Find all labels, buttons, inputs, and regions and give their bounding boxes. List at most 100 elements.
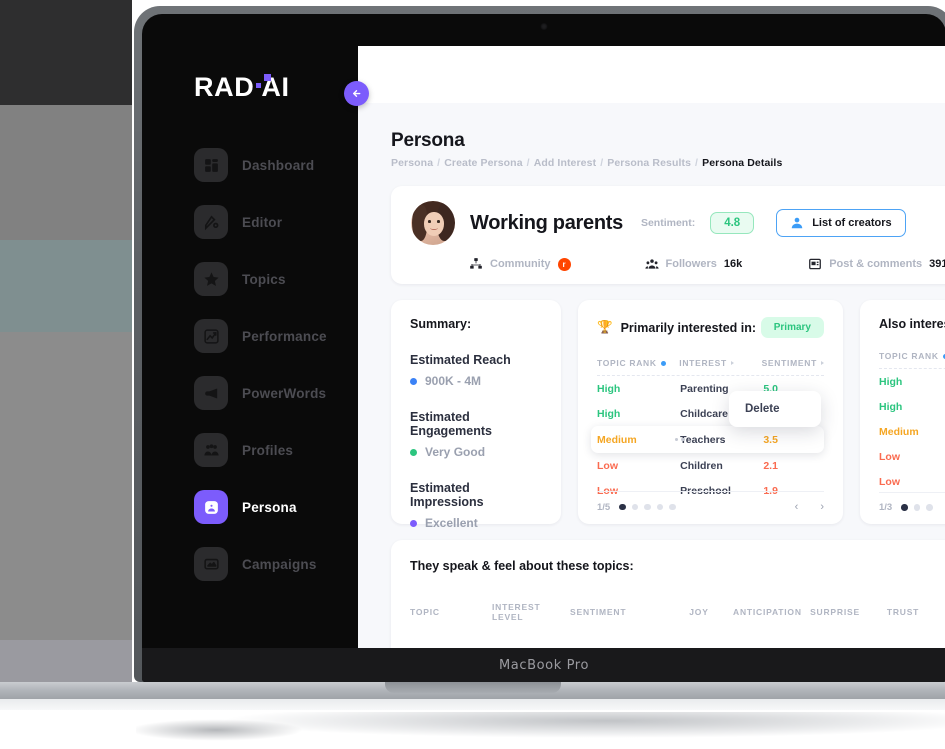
summary-metric-row: Very Good [410,445,542,459]
sidebar-item-persona[interactable]: Persona [168,485,358,529]
sidebar-item-editor[interactable]: Editor [168,200,358,244]
back-arrow-icon [353,90,361,97]
laptop-mockup: RAD AI Dashboard Editor Topics Performance P… [0,6,945,749]
table-row[interactable]: LowC [879,469,945,494]
stat-community: Community r [469,257,571,271]
primary-pagination-dots[interactable] [619,503,676,511]
insight-cards-row: Summary: Estimated Reach 900K - 4M Estimat… [391,300,945,530]
table-row[interactable]: HighP [879,369,945,394]
summary-metric: Estimated Reach 900K - 4M [410,353,542,388]
app-logo[interactable]: RAD AI [168,72,358,103]
pagination-dot[interactable] [631,503,639,511]
breadcrumb-separator: / [597,157,607,169]
column-header-trust[interactable]: TRUST [869,607,937,617]
also-interested-card: Also interested in: TOPIC RANK I [860,300,945,524]
also-table-body: HighPHighDMediumSLowSLowC [879,369,945,494]
topics-emotions-header: TOPIC INTEREST LEVEL SENTIMENT JOY ANTICIPAT… [410,602,945,622]
pagination-dot[interactable] [669,503,676,511]
column-header-topic[interactable]: TOPIC [410,607,492,617]
main-scroll: Persona Persona / Create Persona / Add I… [358,103,945,670]
followers-icon [644,257,659,271]
persona-stats-row: Community r Followers 16k Post & comments 391 [411,257,945,271]
also-card-title: Also interested in: [879,317,945,331]
pagination-dot[interactable] [901,504,908,511]
sidebar-item-label: Performance [242,328,327,344]
column-header-interest-level[interactable]: INTEREST LEVEL [492,602,570,622]
logo-text: RAD AI [194,72,290,102]
avatar [411,201,455,245]
primary-table-header: TOPIC RANK INTEREST SENTIMENT [597,358,824,376]
next-page-button[interactable]: › [820,501,824,513]
avatar-eye-left [428,220,431,223]
breadcrumb-item[interactable]: Persona Results [607,157,691,169]
column-header-interest[interactable]: INTEREST [679,358,761,368]
sidebar-item-label: Campaigns [242,556,317,572]
cell-topic-rank: High [597,407,621,420]
sidebar-item-topics[interactable]: Topics [168,257,358,301]
cell-interest: Children [680,459,723,472]
back-button[interactable] [344,81,369,106]
sidebar-nav: Dashboard Editor Topics Performance PowerWor… [168,143,358,586]
prev-page-button[interactable]: ‹ [795,501,799,513]
list-of-creators-button[interactable]: List of creators [776,209,906,237]
avatar-face [424,212,444,236]
column-header-topic-rank[interactable]: TOPIC RANK [879,351,945,361]
breadcrumb-item[interactable]: Create Persona [444,157,522,169]
app-window: RAD AI Dashboard Editor Topics Performance P… [168,46,945,670]
summary-blocks: Estimated Reach 900K - 4M Estimated Engage… [410,353,542,530]
webcam-icon [540,23,548,30]
primary-card-title: Primarily interested in: [620,320,757,335]
cell-topic-rank: High [597,382,621,395]
pagination-dot[interactable] [656,503,664,511]
sidebar: RAD AI Dashboard Editor Topics Performance P… [168,46,358,670]
column-header-joy[interactable]: JOY [665,607,733,617]
cell-interest: Teachers [680,433,726,446]
table-row[interactable]: Medium Teachers 3.5 [591,426,824,453]
people-icon [194,433,228,467]
breadcrumb-item[interactable]: Add Interest [534,157,596,169]
summary-metric: Estimated Engagements Very Good [410,410,542,459]
primary-card-title-group: 🏆 Primarily interested in: [597,320,756,335]
breadcrumb-item[interactable]: Persona [391,157,433,169]
stat-followers: Followers 16k [644,257,742,271]
primary-badge: Primary [760,317,824,338]
table-row[interactable]: LowS [879,444,945,469]
pagination-dot[interactable] [644,503,651,511]
delete-context-menu[interactable]: Delete [729,391,821,427]
backdrop-band-teal [0,240,132,332]
sidebar-item-campaigns[interactable]: Campaigns [168,542,358,586]
table-row[interactable]: MediumS [879,419,945,444]
column-header-sentiment[interactable]: SENTIMENT [762,358,824,368]
column-label-sentiment: SENTIMENT [761,358,817,368]
pagination-dot[interactable] [619,503,626,511]
sidebar-item-dashboard[interactable]: Dashboard [168,143,358,187]
sidebar-item-profiles[interactable]: Profiles [168,428,358,472]
also-pagination-dots[interactable] [901,504,933,511]
row-menu-icon[interactable] [675,437,685,442]
sidebar-item-powerwords[interactable]: PowerWords [168,371,358,415]
column-header-sadness[interactable]: SADNESS [937,607,945,617]
column-header-anticipation[interactable]: ANTICIPATION [733,607,801,617]
column-header-topic-rank[interactable]: TOPIC RANK [597,358,679,368]
breadcrumb-separator: / [692,157,702,169]
laptop-chin: MacBook Pro [142,648,945,682]
sidebar-item-label: Profiles [242,442,294,458]
column-header-surprise[interactable]: SURPRISE [801,607,869,617]
avatar-eye-right [437,220,440,223]
pagination-dot[interactable] [913,504,921,511]
sidebar-item-label: PowerWords [242,385,327,401]
summary-heading: Summary: [410,317,472,331]
pagination-dot[interactable] [926,504,933,511]
laptop-base [0,682,945,710]
scene: RAD AI Dashboard Editor Topics Performance P… [0,0,945,749]
summary-bullet-icon [410,448,417,456]
sidebar-item-performance[interactable]: Performance [168,314,358,358]
primary-pagination-arrows: ‹ › [795,501,824,513]
summary-card: Summary: Estimated Reach 900K - 4M Estimat… [391,300,561,530]
table-row[interactable]: HighD [879,394,945,419]
chart-icon [194,319,228,353]
column-header-sentiment[interactable]: SENTIMENT [570,607,665,617]
persona-icon [194,490,228,524]
table-row[interactable]: Low Children 2.1 [597,453,824,478]
summary-bullet-icon [410,519,417,527]
